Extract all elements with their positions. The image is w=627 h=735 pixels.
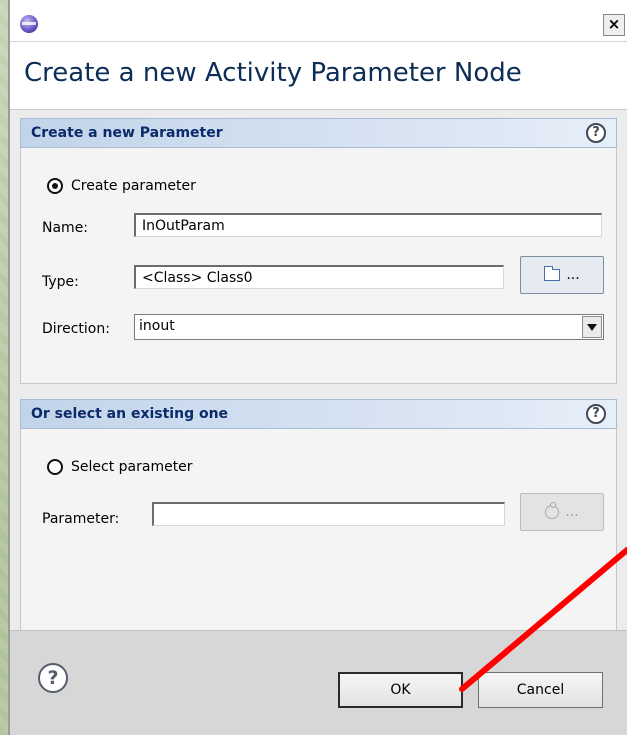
section-title-existing: Or select an existing one [31, 406, 229, 422]
help-icon[interactable]: ? [586, 404, 606, 424]
ok-button[interactable]: OK [338, 672, 463, 708]
dialog-title: Create a new Activity Parameter Node [24, 58, 522, 88]
close-button[interactable]: × [603, 14, 625, 36]
name-input[interactable]: InOutParam [134, 213, 602, 237]
parameter-browse-label: ... [565, 504, 579, 520]
create-parameter-radio[interactable]: Create parameter [47, 178, 196, 194]
section-header-create: Create a new Parameter ? [20, 118, 617, 148]
direction-label: Direction: [42, 321, 110, 337]
section-header-existing: Or select an existing one ? [20, 399, 617, 429]
eclipse-app-icon [20, 15, 38, 33]
help-icon[interactable]: ? [586, 123, 606, 143]
radio-checked-icon[interactable] [47, 178, 63, 194]
type-browse-button[interactable]: ... [520, 256, 604, 294]
folder-icon [544, 266, 561, 281]
type-label: Type: [42, 274, 79, 290]
dialog-title-area: Create a new Activity Parameter Node [10, 42, 627, 110]
create-parameter-label: Create parameter [71, 178, 196, 194]
cancel-button[interactable]: Cancel [478, 672, 603, 708]
close-icon: × [607, 15, 621, 33]
direction-value: inout [139, 318, 175, 334]
chevron-down-icon[interactable] [582, 316, 602, 338]
parameter-input[interactable] [152, 502, 505, 526]
select-parameter-label: Select parameter [71, 459, 193, 475]
dialog-window: × Create a new Activity Parameter Node C… [8, 0, 627, 735]
help-icon[interactable]: ? [38, 663, 68, 693]
direction-select[interactable]: inout [134, 314, 604, 340]
section-body-create: Create parameter Name: InOutParam Type: … [20, 148, 617, 384]
name-label: Name: [42, 220, 89, 236]
type-input[interactable]: <Class> Class0 [134, 265, 504, 289]
parameter-icon [545, 502, 560, 519]
type-browse-label: ... [566, 267, 580, 283]
parameter-label: Parameter: [42, 511, 120, 527]
button-bar: ? OK Cancel [10, 630, 627, 735]
title-bar: × [10, 0, 627, 42]
select-parameter-radio[interactable]: Select parameter [47, 459, 193, 475]
section-body-existing: Select parameter Parameter: ... [20, 429, 617, 630]
parameter-browse-button[interactable]: ... [520, 493, 604, 531]
section-title-create: Create a new Parameter [31, 125, 223, 141]
radio-unchecked-icon[interactable] [47, 459, 63, 475]
